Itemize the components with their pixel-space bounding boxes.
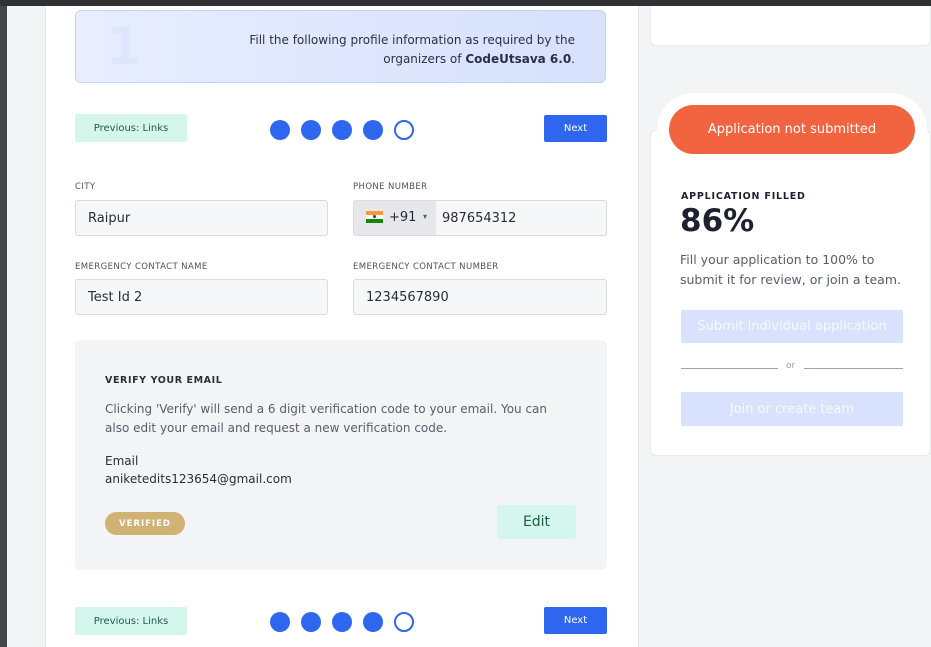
next-button[interactable]: Next <box>544 115 607 142</box>
step-dot-completed[interactable] <box>332 120 352 140</box>
step-number: 1 <box>106 17 143 77</box>
step-dot-completed[interactable] <box>270 612 290 632</box>
chevron-down-icon: ▾ <box>423 212 428 221</box>
event-name: CodeUtsava 6.0 <box>465 52 572 66</box>
join-team-button[interactable]: Join or create team <box>681 392 903 426</box>
verify-title: VERIFY YOUR EMAIL <box>105 375 223 386</box>
step-dot-completed[interactable] <box>363 612 383 632</box>
step-dot-completed[interactable] <box>363 120 383 140</box>
application-status-pill: Application not submitted <box>669 105 915 154</box>
edit-email-button[interactable]: Edit <box>497 505 576 539</box>
dial-code: +91 <box>389 210 417 225</box>
step-dot-completed[interactable] <box>332 612 352 632</box>
email-label: Email <box>105 454 139 468</box>
application-filled-percent: 86% <box>680 203 755 239</box>
india-flag-icon <box>366 211 383 223</box>
banner-text: Fill the following profile information a… <box>195 31 575 69</box>
phone-field: +91 ▾ <box>353 200 607 236</box>
previous-button-bottom[interactable]: Previous: Links <box>75 607 187 635</box>
verify-email-panel: VERIFY YOUR EMAIL Clicking 'Verify' will… <box>75 340 607 570</box>
divider-right <box>804 368 903 369</box>
verified-badge: VERIFIED <box>105 512 185 535</box>
city-label: CITY <box>75 182 96 192</box>
phone-label: PHONE NUMBER <box>353 182 428 192</box>
phone-input[interactable] <box>436 201 606 235</box>
banner-text-end: . <box>571 52 575 66</box>
window-left-edge <box>0 6 7 647</box>
step-dot-completed[interactable] <box>270 120 290 140</box>
previous-button[interactable]: Previous: Links <box>75 114 187 142</box>
application-filled-description: Fill your application to 100% to submit … <box>680 252 901 287</box>
next-button-bottom[interactable]: Next <box>544 607 607 634</box>
country-code-select[interactable]: +91 ▾ <box>354 201 436 235</box>
step-indicator <box>270 120 414 140</box>
step-dot-current[interactable] <box>394 120 414 140</box>
step-dot-completed[interactable] <box>301 120 321 140</box>
city-input[interactable] <box>75 200 328 236</box>
verify-description: Clicking 'Verify' will send a 6 digit ve… <box>105 402 548 435</box>
divider-left <box>681 368 778 369</box>
step-dot-current[interactable] <box>394 612 414 632</box>
or-label: or <box>786 361 796 371</box>
email-value: aniketedits123654@gmail.com <box>105 472 292 486</box>
submit-individual-button[interactable]: Submit individual application <box>681 310 903 343</box>
step-indicator-bottom <box>270 612 414 632</box>
emergency-name-input[interactable] <box>75 279 328 315</box>
emergency-name-label: EMERGENCY CONTACT NAME <box>75 262 208 272</box>
sidebar-top-card <box>650 6 931 46</box>
step-info-banner: 1 Fill the following profile information… <box>75 10 606 83</box>
step-dot-completed[interactable] <box>301 612 321 632</box>
emergency-number-label: EMERGENCY CONTACT NUMBER <box>353 262 499 272</box>
emergency-number-input[interactable] <box>353 279 607 315</box>
application-filled-label: APPLICATION FILLED <box>681 191 806 202</box>
